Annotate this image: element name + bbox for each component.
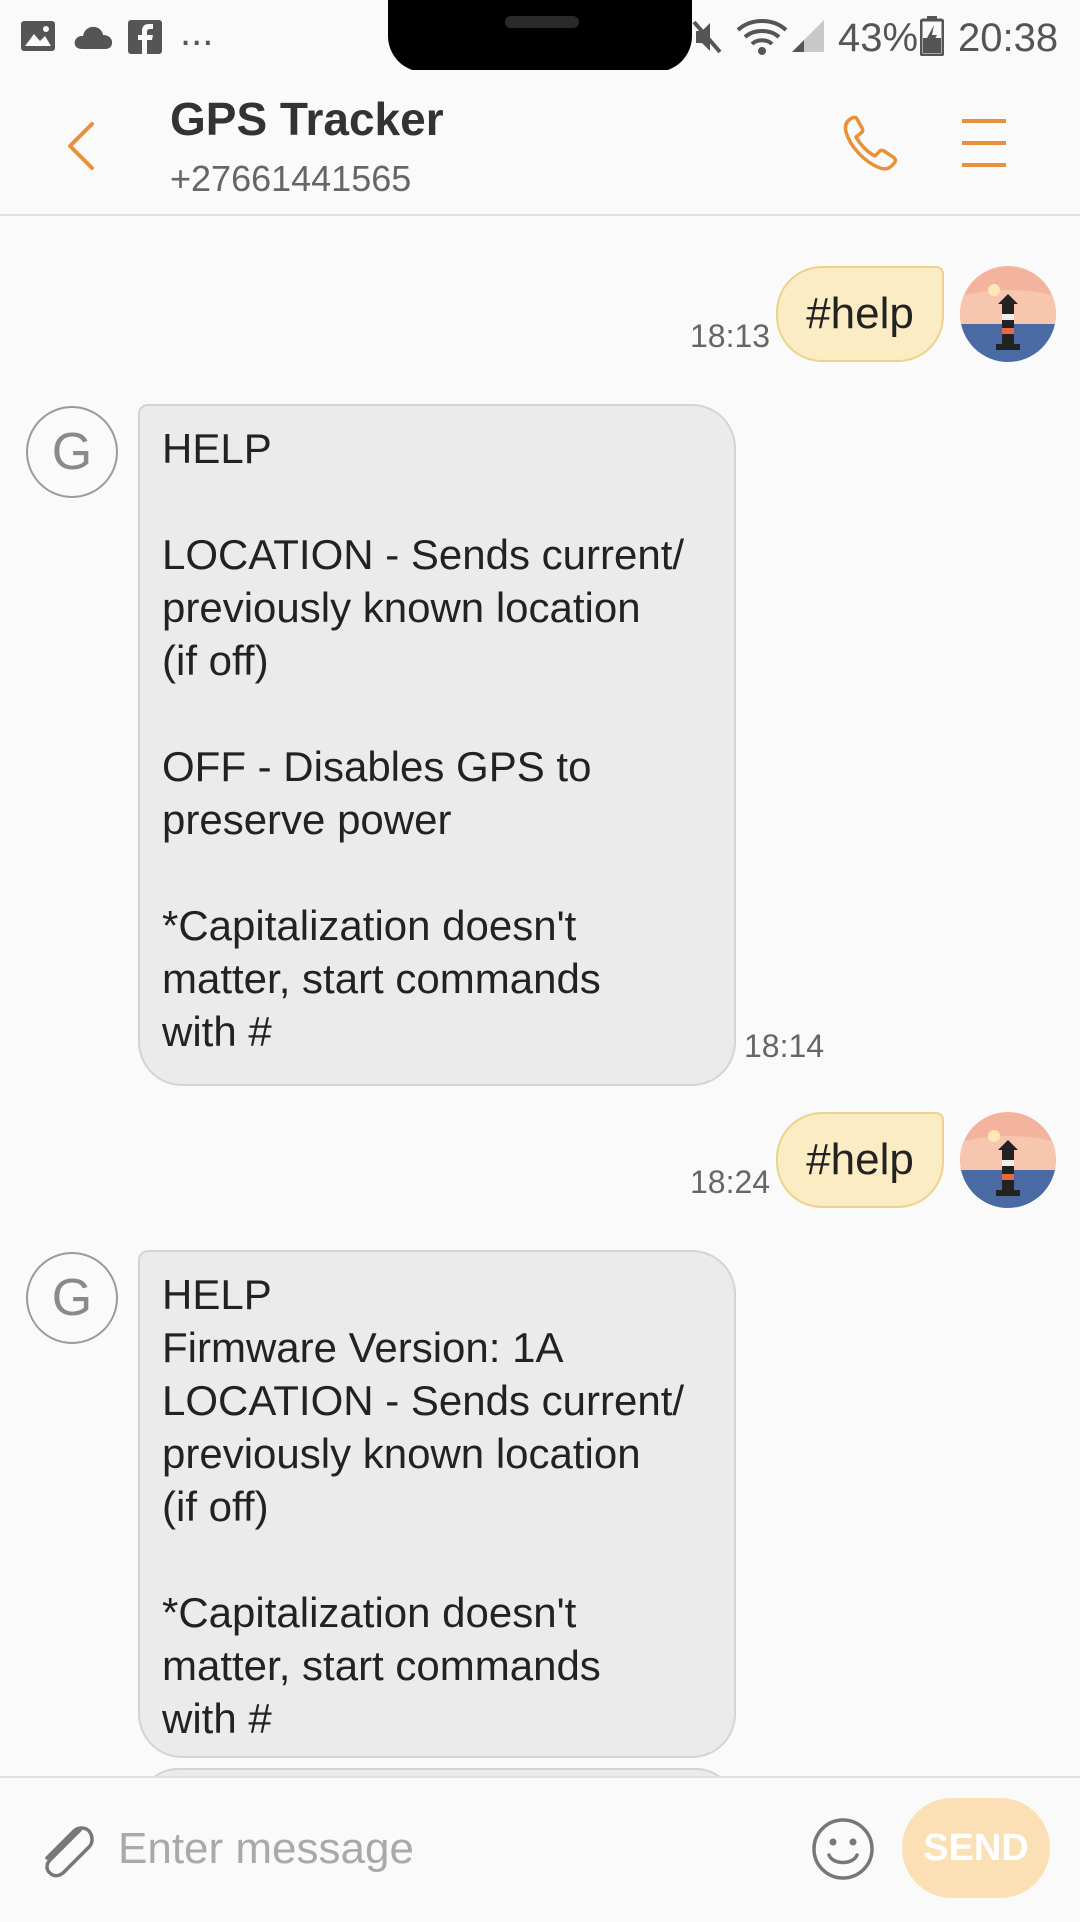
phone-icon[interactable] [838, 112, 902, 176]
emoji-icon[interactable] [810, 1816, 876, 1882]
my-avatar [960, 1112, 1056, 1208]
wifi-icon [736, 18, 788, 61]
cloud-icon [72, 24, 114, 55]
outgoing-message-bubble[interactable]: #help [776, 1112, 944, 1208]
my-avatar [960, 266, 1056, 362]
message-input[interactable] [118, 1810, 778, 1888]
facebook-icon [128, 20, 162, 59]
menu-icon[interactable] [960, 118, 1008, 168]
attachment-icon[interactable] [34, 1818, 98, 1882]
send-button[interactable]: SEND [902, 1798, 1050, 1898]
status-time: 20:38 [958, 16, 1059, 60]
next-message-bubble [138, 1768, 736, 1776]
contact-name: GPS Tracker [170, 93, 444, 145]
message-time: 18:24 [690, 1164, 771, 1200]
camera-notch [388, 0, 692, 72]
message-list[interactable]: 18:13 #help G HELP LOCATION - Sends curr… [0, 216, 1080, 1776]
more-notifications-indicator: ... [180, 10, 214, 54]
message-time: 18:13 [690, 318, 771, 354]
mute-icon [690, 18, 724, 61]
contact-phone-number: +27661441565 [170, 158, 412, 199]
image-icon [20, 20, 56, 57]
signal-icon [790, 18, 826, 59]
conversation-header [0, 70, 1080, 216]
battery-percentage: 43% [838, 16, 919, 60]
earpiece [505, 16, 579, 28]
contact-avatar[interactable]: G [26, 1252, 118, 1344]
incoming-message-bubble[interactable]: HELP Firmware Version: 1A LOCATION - Sen… [138, 1250, 736, 1758]
back-arrow-icon[interactable] [54, 116, 114, 176]
message-time: 18:14 [744, 1028, 825, 1064]
outgoing-message-bubble[interactable]: #help [776, 266, 944, 362]
battery-charging-icon [919, 16, 945, 61]
incoming-message-bubble[interactable]: HELP LOCATION - Sends current/ previousl… [138, 404, 736, 1086]
contact-avatar[interactable]: G [26, 406, 118, 498]
